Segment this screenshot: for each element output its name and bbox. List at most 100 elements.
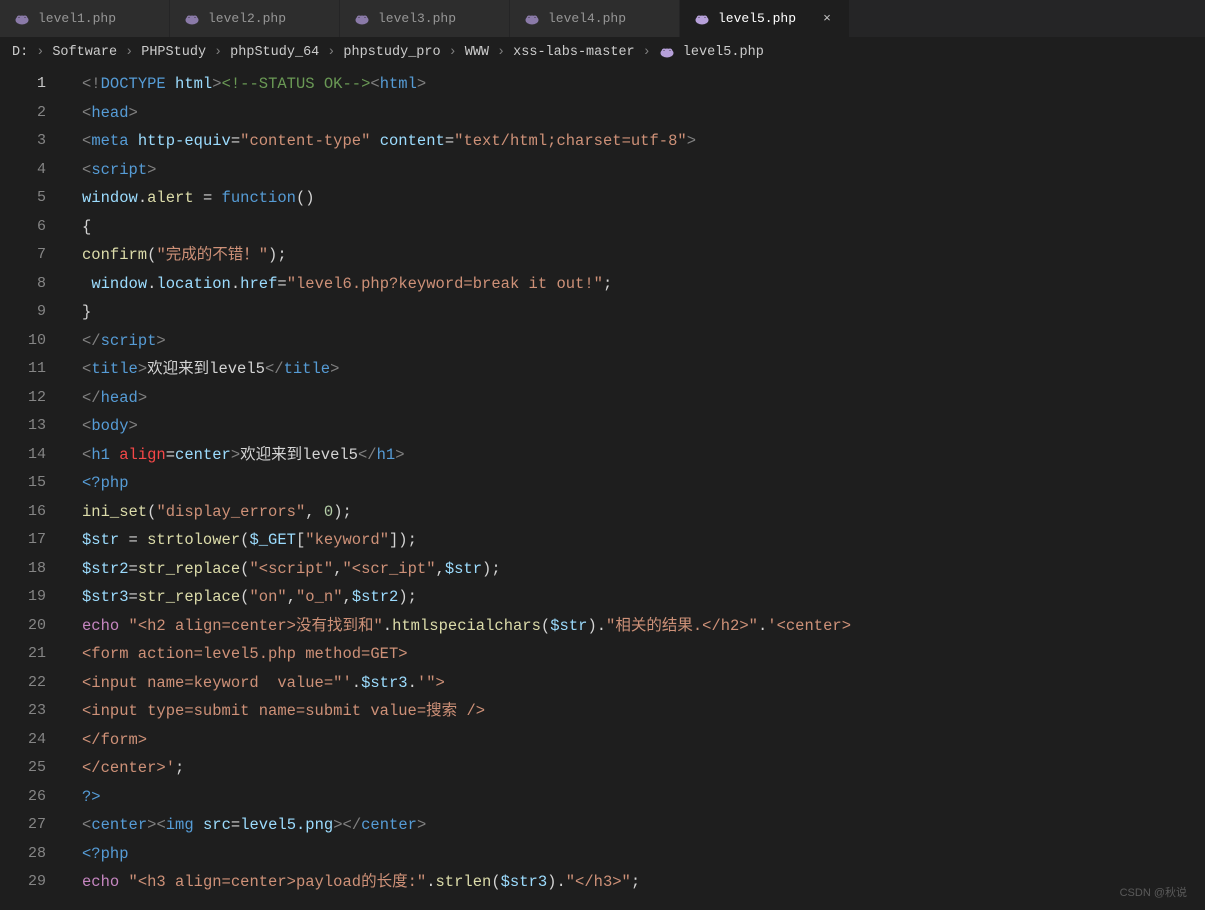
line-number: 19 [0,583,68,612]
line-number: 17 [0,526,68,555]
code-token: DOCTYPE [101,75,175,93]
code-token: ); [398,588,417,606]
chevron-right-icon: › [32,45,48,60]
code-token: "display_errors" [156,503,305,521]
code-token: 欢迎来到level5 [240,446,358,464]
code-token: = [445,132,454,150]
code-area[interactable]: <!DOCTYPE html><!--STATUS OK--><html><he… [68,66,1205,897]
chevron-right-icon: › [445,45,461,60]
code-token: "keyword" [305,531,389,549]
code-token: > [212,75,221,93]
breadcrumb-item[interactable]: level5.php [683,45,764,60]
line-number: 24 [0,726,68,755]
code-token: script [91,161,147,179]
code-token: <!--STATUS OK--> [222,75,371,93]
code-line[interactable]: </form> [68,726,1205,755]
code-token: > [138,360,147,378]
close-icon[interactable]: × [819,11,835,27]
code-line[interactable]: window.alert = function() [68,184,1205,213]
code-token: > [333,816,342,834]
code-token: [ [296,531,305,549]
code-line[interactable]: </script> [68,327,1205,356]
code-line[interactable]: $str2=str_replace("<script","<scr_ipt",$… [68,555,1205,584]
breadcrumb-item[interactable]: D: [12,45,28,60]
breadcrumb-item[interactable]: phpStudy_64 [230,45,319,60]
code-line[interactable]: <?php [68,840,1205,869]
tab-level1-php[interactable]: level1.php [0,0,170,37]
breadcrumb-item[interactable]: WWW [465,45,489,60]
code-token: '"> [417,674,445,692]
elephant-icon [659,44,675,60]
code-line[interactable]: <input type=submit name=submit value=搜索 … [68,697,1205,726]
code-token: "<scr_ipt" [343,560,436,578]
code-token: < [156,816,165,834]
code-token: , [305,503,324,521]
tab-level4-php[interactable]: level4.php [510,0,680,37]
code-line[interactable]: </center>'; [68,754,1205,783]
code-token: $str2 [352,588,399,606]
code-line[interactable]: } [68,298,1205,327]
code-line[interactable]: <h1 align=center>欢迎来到level5</h1> [68,441,1205,470]
line-number: 15 [0,469,68,498]
code-token: "相关的结果.</h2>" [606,617,758,635]
breadcrumb-item[interactable]: PHPStudy [141,45,206,60]
code-token: $str2 [82,560,129,578]
code-line[interactable]: <center><img src=level5.png></center> [68,811,1205,840]
code-token: title [284,360,331,378]
code-token: script [101,332,157,350]
code-token: <?php [82,474,129,492]
code-token: str_replace [138,560,240,578]
code-line[interactable]: $str = strtolower($_GET["keyword"]); [68,526,1205,555]
code-token: ?> [82,788,101,806]
code-line[interactable]: ?> [68,783,1205,812]
code-line[interactable]: <input name=keyword value="'.$str3.'"> [68,669,1205,698]
code-line[interactable]: { [68,213,1205,242]
code-token: ). [547,873,566,891]
tab-level2-php[interactable]: level2.php [170,0,340,37]
code-line[interactable]: <meta http-equiv="content-type" content=… [68,127,1205,156]
code-token: $str [550,617,587,635]
code-token: ). [587,617,606,635]
code-token: > [687,132,696,150]
code-token: center [91,816,147,834]
code-line[interactable]: <form action=level5.php method=GET> [68,640,1205,669]
code-line[interactable]: ini_set("display_errors", 0); [68,498,1205,527]
code-line[interactable]: confirm("完成的不错！"); [68,241,1205,270]
code-line[interactable]: <!DOCTYPE html><!--STATUS OK--><html> [68,70,1205,99]
line-number: 23 [0,697,68,726]
code-line[interactable]: echo "<h3 align=center>payload的长度:".strl… [68,868,1205,897]
code-token: "<h3 align=center>payload的长度:" [129,873,427,891]
code-token: < [370,75,379,93]
code-token: 0 [324,503,333,521]
line-number: 16 [0,498,68,527]
elephant-icon [14,11,30,27]
code-line[interactable]: <body> [68,412,1205,441]
code-token [119,873,128,891]
code-line[interactable]: </head> [68,384,1205,413]
chevron-right-icon: › [323,45,339,60]
code-token: . [383,617,392,635]
code-token: href [240,275,277,293]
line-number: 22 [0,669,68,698]
line-number: 18 [0,555,68,584]
code-line[interactable]: $str3=str_replace("on","o_n",$str2); [68,583,1205,612]
code-line[interactable]: <script> [68,156,1205,185]
tab-level5-php[interactable]: level5.php× [680,0,850,37]
line-number: 4 [0,156,68,185]
code-token: html [175,75,212,93]
code-token: ); [333,503,352,521]
code-token [82,275,91,293]
line-number: 2 [0,99,68,128]
code-line[interactable]: <?php [68,469,1205,498]
code-line[interactable]: echo "<h2 align=center>没有找到和".htmlspecia… [68,612,1205,641]
code-line[interactable]: <head> [68,99,1205,128]
tab-level3-php[interactable]: level3.php [340,0,510,37]
code-line[interactable]: window.location.href="level6.php?keyword… [68,270,1205,299]
code-token: <! [82,75,101,93]
code-editor[interactable]: 1234567891011121314151617181920212223242… [0,66,1205,897]
breadcrumb-item[interactable]: phpstudy_pro [343,45,440,60]
code-line[interactable]: <title>欢迎来到level5</title> [68,355,1205,384]
breadcrumb-item[interactable]: Software [52,45,117,60]
breadcrumb-item[interactable]: xss-labs-master [513,45,635,60]
code-token: $str [82,531,119,549]
